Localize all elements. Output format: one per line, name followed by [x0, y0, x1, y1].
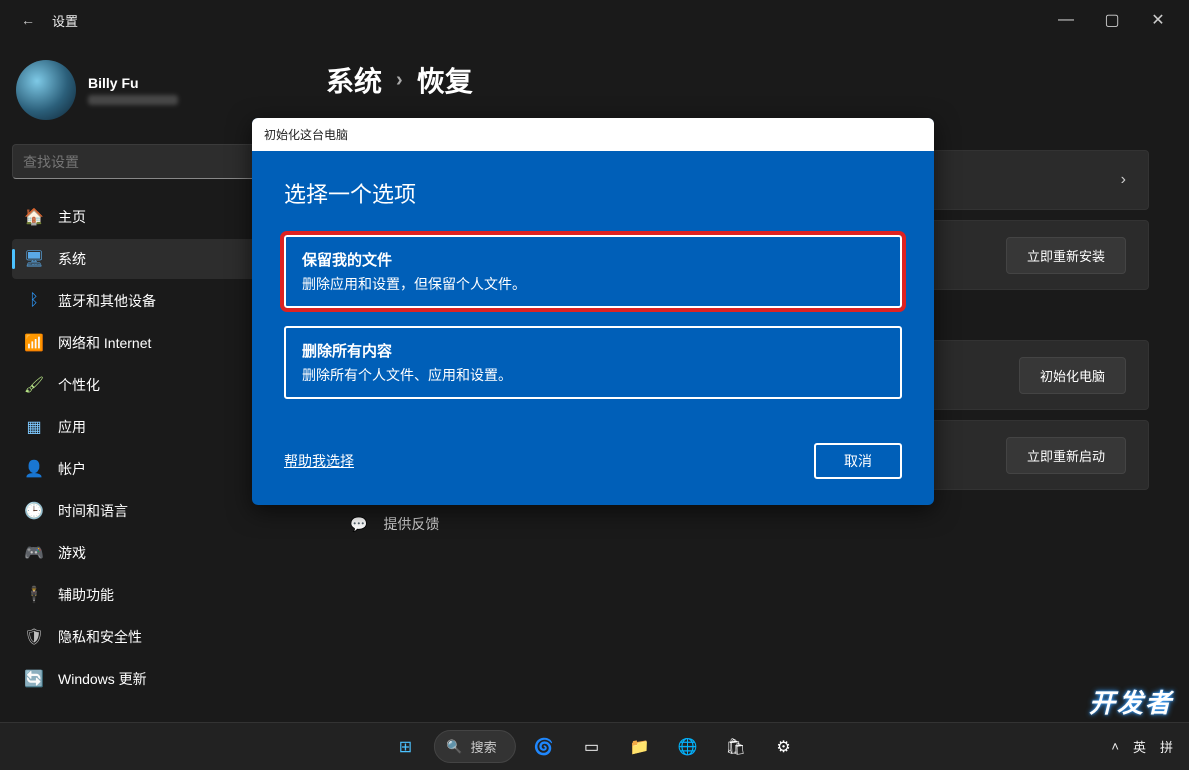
- breadcrumb-root[interactable]: 系统: [326, 60, 382, 100]
- start-button[interactable]: ⊞: [385, 727, 425, 767]
- search-icon: 🔍: [446, 739, 462, 755]
- search-box[interactable]: 🔍: [12, 144, 288, 179]
- chevron-right-icon: ›: [396, 69, 403, 92]
- help-me-choose-link[interactable]: 帮助我选择: [284, 451, 354, 471]
- nav-label: 隐私和安全性: [58, 627, 142, 647]
- ime-mode[interactable]: 拼: [1160, 737, 1173, 756]
- option-desc: 删除应用和设置，但保留个人文件。: [302, 274, 884, 294]
- shield-icon: 🛡: [24, 627, 44, 647]
- bluetooth-icon: ᛒ: [24, 291, 44, 311]
- option-keep-files[interactable]: 保留我的文件 删除应用和设置，但保留个人文件。: [284, 235, 902, 308]
- option-desc: 删除所有个人文件、应用和设置。: [302, 365, 884, 385]
- edge-icon[interactable]: 🌐: [668, 727, 708, 767]
- settings-taskbar-icon[interactable]: ⚙: [764, 727, 804, 767]
- profile[interactable]: Billy Fu: [12, 52, 288, 140]
- display-icon: 🖥: [24, 249, 44, 269]
- profile-email-blurred: [88, 95, 178, 105]
- dialog-heading: 选择一个选项: [284, 177, 902, 209]
- minimize-button[interactable]: —: [1043, 4, 1089, 36]
- accessibility-icon: 🕴: [24, 585, 44, 605]
- feedback-icon: 💬: [350, 516, 367, 533]
- nav-system[interactable]: 🖥 系统: [12, 239, 288, 279]
- option-title: 保留我的文件: [302, 249, 884, 270]
- apps-icon: ▦: [24, 417, 44, 437]
- ime-indicator[interactable]: 英: [1133, 737, 1146, 756]
- nav-label: 游戏: [58, 543, 86, 563]
- window-title: 设置: [52, 11, 78, 30]
- cancel-button[interactable]: 取消: [814, 443, 902, 479]
- back-button[interactable]: ←: [8, 12, 48, 28]
- profile-name: Billy Fu: [88, 75, 178, 91]
- nav-label: 时间和语言: [58, 501, 128, 521]
- restart-now-button[interactable]: 立即重新启动: [1006, 437, 1126, 474]
- nav-list: 🏠主页 🖥系统 ᛒ蓝牙和其他设备 📶网络和 Internet 🖌个性化 ▦应用 …: [12, 197, 288, 699]
- breadcrumb: 系统 › 恢复: [326, 60, 1149, 100]
- nav-label: 辅助功能: [58, 585, 114, 605]
- nav-label: 应用: [58, 417, 86, 437]
- nav-network[interactable]: 📶 网络和 Internet: [12, 323, 288, 363]
- update-icon: 🔄: [24, 669, 44, 689]
- titlebar: ← 设置 — ▢ ✕: [0, 0, 1189, 40]
- nav-label: 网络和 Internet: [58, 333, 151, 353]
- nav-personalization[interactable]: 🖌 个性化: [12, 365, 288, 405]
- feedback-link[interactable]: 💬 提供反馈: [326, 500, 1149, 548]
- store-icon[interactable]: 🛍: [716, 727, 756, 767]
- nav-label: 蓝牙和其他设备: [58, 291, 156, 311]
- gamepad-icon: 🎮: [24, 543, 44, 563]
- feedback-label: 提供反馈: [383, 514, 439, 534]
- nav-windows-update[interactable]: 🔄 Windows 更新: [12, 659, 288, 699]
- nav-label: 系统: [58, 249, 86, 269]
- maximize-button[interactable]: ▢: [1089, 4, 1135, 36]
- task-view-icon[interactable]: ▭: [572, 727, 612, 767]
- reinstall-now-button[interactable]: 立即重新安装: [1006, 237, 1126, 274]
- reset-pc-dialog: 初始化这台电脑 选择一个选项 保留我的文件 删除应用和设置，但保留个人文件。 删…: [252, 118, 934, 505]
- dialog-titlebar: 初始化这台电脑: [252, 118, 934, 151]
- nav-gaming[interactable]: 🎮 游戏: [12, 533, 288, 573]
- nav-accounts[interactable]: 👤 帐户: [12, 449, 288, 489]
- nav-privacy[interactable]: 🛡 隐私和安全性: [12, 617, 288, 657]
- option-remove-everything[interactable]: 删除所有内容 删除所有个人文件、应用和设置。: [284, 326, 902, 399]
- nav-label: Windows 更新: [58, 669, 147, 689]
- nav-home[interactable]: 🏠 主页: [12, 197, 288, 237]
- nav-apps[interactable]: ▦ 应用: [12, 407, 288, 447]
- system-tray[interactable]: ˄ 英 拼: [1111, 737, 1189, 756]
- nav-bluetooth[interactable]: ᛒ 蓝牙和其他设备: [12, 281, 288, 321]
- nav-label: 帐户: [58, 459, 86, 479]
- nav-label: 主页: [58, 207, 86, 227]
- wifi-icon: 📶: [24, 333, 44, 353]
- search-input[interactable]: [23, 154, 260, 170]
- brush-icon: 🖌: [24, 375, 44, 395]
- breadcrumb-current: 恢复: [417, 60, 473, 100]
- home-icon: 🏠: [24, 207, 44, 227]
- clock-icon: 🕒: [24, 501, 44, 521]
- avatar: [16, 60, 76, 120]
- copilot-icon[interactable]: 🌀: [524, 727, 564, 767]
- nav-label: 个性化: [58, 375, 100, 395]
- nav-time-language[interactable]: 🕒 时间和语言: [12, 491, 288, 531]
- person-icon: 👤: [24, 459, 44, 479]
- taskbar-search[interactable]: 🔍 搜索: [433, 730, 515, 763]
- option-title: 删除所有内容: [302, 340, 884, 361]
- file-explorer-icon[interactable]: 📁: [620, 727, 660, 767]
- taskbar-search-label: 搜索: [471, 737, 497, 756]
- nav-accessibility[interactable]: 🕴 辅助功能: [12, 575, 288, 615]
- chevron-right-icon: ›: [1121, 171, 1126, 189]
- close-button[interactable]: ✕: [1135, 4, 1181, 36]
- tray-chevron-icon[interactable]: ˄: [1111, 739, 1119, 754]
- taskbar: ⊞ 🔍 搜索 🌀 ▭ 📁 🌐 🛍 ⚙ ˄ 英 拼: [0, 722, 1189, 770]
- reset-pc-button[interactable]: 初始化电脑: [1019, 357, 1126, 394]
